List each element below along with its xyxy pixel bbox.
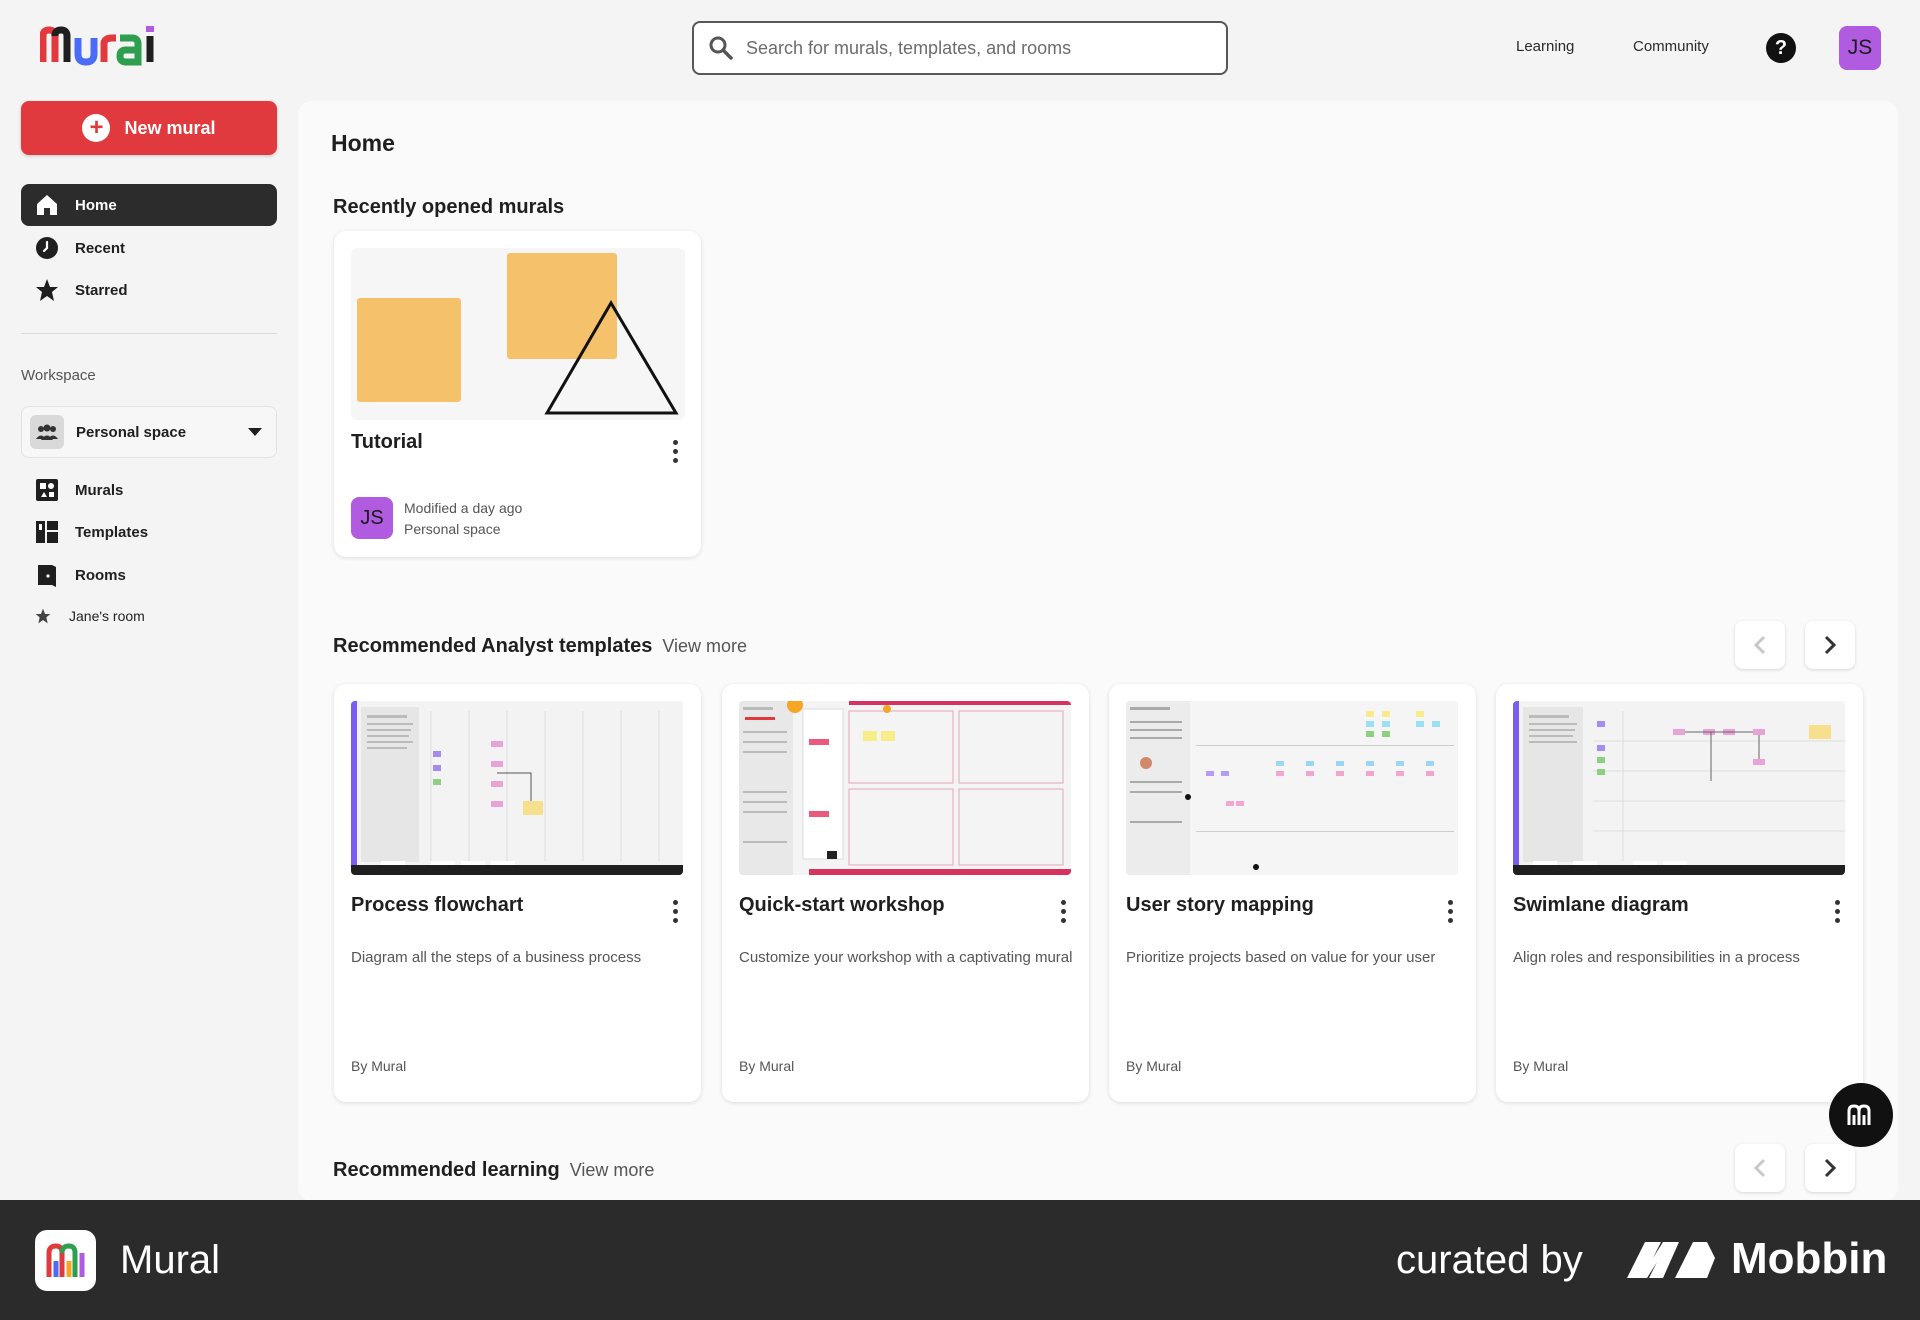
mural-card-tutorial[interactable]: Tutorial JS Modified a day ago Personal … [334, 231, 701, 557]
template-author: By Mural [1126, 1058, 1182, 1074]
recent-section-title: Recently opened murals [333, 196, 565, 218]
mural-app-icon [35, 1230, 96, 1291]
mural-m-icon [1847, 1104, 1871, 1125]
template-title[interactable]: Swimlane diagram [1513, 894, 1689, 917]
plus-icon: + [82, 114, 111, 142]
template-thumbnail [739, 701, 1071, 875]
mural-thumbnail [351, 248, 685, 420]
sidebar-item-starred[interactable]: Starred [21, 269, 277, 311]
more-options-icon[interactable] [673, 440, 679, 466]
sidebar-item-home[interactable]: Home [21, 184, 277, 226]
mural-logo[interactable] [40, 26, 176, 66]
home-icon [35, 193, 59, 217]
community-link[interactable]: Community [1633, 38, 1709, 55]
footer-bar: Mural curated by Mobbin [0, 1200, 1920, 1320]
more-options-icon[interactable] [1448, 900, 1454, 926]
template-card-quick-start-workshop[interactable]: Quick-start workshop Customize your work… [722, 684, 1089, 1102]
mobbin-mark-icon [1627, 1242, 1715, 1278]
rooms-icon [35, 563, 59, 587]
new-mural-button[interactable]: + New mural [21, 101, 277, 155]
people-icon [30, 415, 64, 449]
user-avatar[interactable]: JS [1839, 26, 1881, 70]
workspace-label: Workspace [21, 367, 96, 384]
learning-prev-button[interactable] [1735, 1144, 1785, 1192]
template-thumbnail [1513, 701, 1845, 875]
template-author: By Mural [1513, 1058, 1569, 1074]
sidebar-item-label: Murals [75, 481, 124, 499]
sidebar-item-rooms[interactable]: Rooms [21, 554, 277, 596]
sidebar-item-label: Starred [75, 281, 128, 299]
top-bar: Learning Community ? JS [0, 0, 1920, 96]
sidebar-divider [21, 333, 277, 334]
view-more-link[interactable]: View more [570, 1160, 655, 1180]
templates-section-title: Recommended Analyst templates View more [333, 635, 747, 658]
template-card-swimlane-diagram[interactable]: Swimlane diagram Align roles and respons… [1496, 684, 1863, 1102]
chevron-left-icon [1753, 1158, 1766, 1178]
mural-title[interactable]: Tutorial [351, 431, 423, 454]
new-mural-label: New mural [124, 117, 216, 138]
workspace-name: Personal space [76, 423, 187, 441]
mobbin-wordmark: Mobbin [1731, 1234, 1888, 1283]
sidebar-item-recent[interactable]: Recent [21, 227, 277, 269]
help-icon[interactable]: ? [1766, 33, 1796, 63]
templates-icon [35, 520, 59, 544]
sidebar-item-templates[interactable]: Templates [21, 511, 277, 553]
sidebar-item-label: Rooms [75, 566, 126, 584]
star-icon [35, 278, 59, 302]
mural-wordmark-icon [40, 26, 154, 66]
template-card-user-story-mapping[interactable]: User story mapping Prioritize projects b… [1109, 684, 1476, 1102]
learning-section-title: Recommended learning View more [333, 1159, 654, 1182]
templates-section-label: Recommended Analyst templates [333, 635, 653, 657]
modified-text: Modified a day ago [404, 500, 523, 516]
search-bar[interactable] [692, 21, 1228, 75]
learning-next-button[interactable] [1805, 1144, 1855, 1192]
carousel-prev-button[interactable] [1735, 621, 1785, 669]
mobbin-logo: Mobbin [1627, 1234, 1887, 1284]
clock-icon [35, 236, 59, 260]
learning-link[interactable]: Learning [1516, 38, 1574, 55]
carousel-next-button[interactable] [1805, 621, 1855, 669]
space-text: Personal space [404, 521, 501, 537]
sidebar-item-janes-room[interactable]: Jane's room [35, 608, 145, 624]
murals-icon [35, 478, 59, 502]
template-description: Prioritize projects based on value for y… [1126, 949, 1436, 966]
chevron-left-icon [1753, 635, 1766, 655]
search-icon [709, 36, 733, 60]
template-description: Customize your workshop with a captivati… [739, 949, 1073, 966]
search-input[interactable] [746, 37, 1186, 59]
chevron-down-icon [248, 428, 262, 436]
owner-avatar: JS [351, 497, 393, 539]
more-options-icon[interactable] [1835, 900, 1841, 926]
more-options-icon[interactable] [673, 900, 679, 926]
template-description: Align roles and responsibilities in a pr… [1513, 949, 1800, 966]
workspace-select[interactable]: Personal space [21, 406, 277, 458]
template-thumbnail [1126, 701, 1458, 875]
template-title[interactable]: Quick-start workshop [739, 894, 945, 917]
learning-section-label: Recommended learning [333, 1159, 560, 1181]
page-title: Home [331, 130, 395, 156]
room-label: Jane's room [69, 608, 145, 624]
sidebar-item-murals[interactable]: Murals [21, 469, 277, 511]
sidebar-item-label: Recent [75, 239, 126, 257]
view-more-link[interactable]: View more [662, 636, 747, 656]
template-description: Diagram all the steps of a business proc… [351, 949, 642, 966]
star-small-icon [35, 608, 51, 624]
chevron-right-icon [1824, 635, 1837, 655]
chevron-right-icon [1824, 1158, 1837, 1178]
template-author: By Mural [351, 1058, 407, 1074]
template-author: By Mural [739, 1058, 795, 1074]
more-options-icon[interactable] [1061, 900, 1067, 926]
curated-by-text: curated by [1396, 1238, 1583, 1282]
footer-app-name: Mural [120, 1238, 221, 1282]
sidebar-item-label: Home [75, 196, 117, 214]
template-title[interactable]: User story mapping [1126, 894, 1314, 917]
template-card-process-flowchart[interactable]: Process flowchart Diagram all the steps … [334, 684, 701, 1102]
template-thumbnail [351, 701, 683, 875]
mural-assistant-button[interactable] [1829, 1083, 1893, 1147]
sidebar-item-label: Templates [75, 523, 149, 541]
template-title[interactable]: Process flowchart [351, 894, 523, 917]
